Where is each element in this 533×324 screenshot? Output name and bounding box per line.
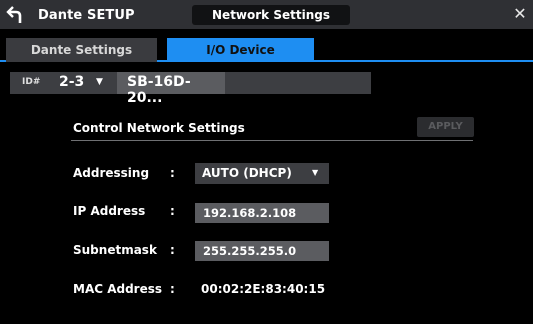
apply-button[interactable]: APPLY xyxy=(417,117,474,137)
tab-dante-settings[interactable]: Dante Settings xyxy=(6,38,157,62)
back-arrow-icon xyxy=(6,6,22,23)
back-button[interactable] xyxy=(3,2,27,26)
ip-address-field[interactable]: 192.168.2.108 xyxy=(195,203,329,223)
chevron-down-icon: ▼ xyxy=(312,168,319,177)
subnetmask-colon: : xyxy=(170,243,175,257)
device-id-value: 2-3 xyxy=(59,74,85,90)
subnetmask-label: Subnetmask xyxy=(73,243,157,257)
dropdown-arrow-icon: ▼ xyxy=(96,77,103,87)
ip-address-value: 192.168.2.108 xyxy=(203,206,297,220)
title-bar: Dante SETUP Network Settings ✕ xyxy=(0,0,533,29)
addressing-colon: : xyxy=(170,166,175,180)
tab-io-device[interactable]: I/O Device xyxy=(167,38,314,62)
device-id-label: ID# xyxy=(22,77,41,87)
addressing-select[interactable]: AUTO (DHCP) ▼ xyxy=(195,163,329,184)
tab-bar: Dante Settings I/O Device xyxy=(0,38,533,62)
device-selector-bar: ID# 2-3 ▼ SB-16D-20... xyxy=(10,72,371,106)
section-title: Control Network Settings xyxy=(73,121,245,135)
addressing-label: Addressing xyxy=(73,166,150,180)
mac-address-label: MAC Address xyxy=(73,282,163,296)
subnetmask-field[interactable]: 255.255.255.0 xyxy=(195,241,329,261)
addressing-value: AUTO (DHCP) xyxy=(202,166,292,180)
device-name-field: SB-16D-20... xyxy=(117,72,225,106)
device-name: SB-16D-20... xyxy=(127,74,191,106)
mac-address-value: 00:02:2E:83:40:15 xyxy=(201,282,326,296)
ip-address-label: IP Address xyxy=(73,204,146,218)
subnetmask-value: 255.255.255.0 xyxy=(203,244,297,258)
ip-address-colon: : xyxy=(170,204,175,218)
screen-title: Network Settings xyxy=(192,5,350,25)
close-button[interactable]: ✕ xyxy=(508,2,532,26)
close-icon: ✕ xyxy=(513,4,527,23)
mac-address-colon: : xyxy=(170,282,175,296)
app-title: Dante SETUP xyxy=(38,8,135,23)
section-divider xyxy=(71,140,473,141)
